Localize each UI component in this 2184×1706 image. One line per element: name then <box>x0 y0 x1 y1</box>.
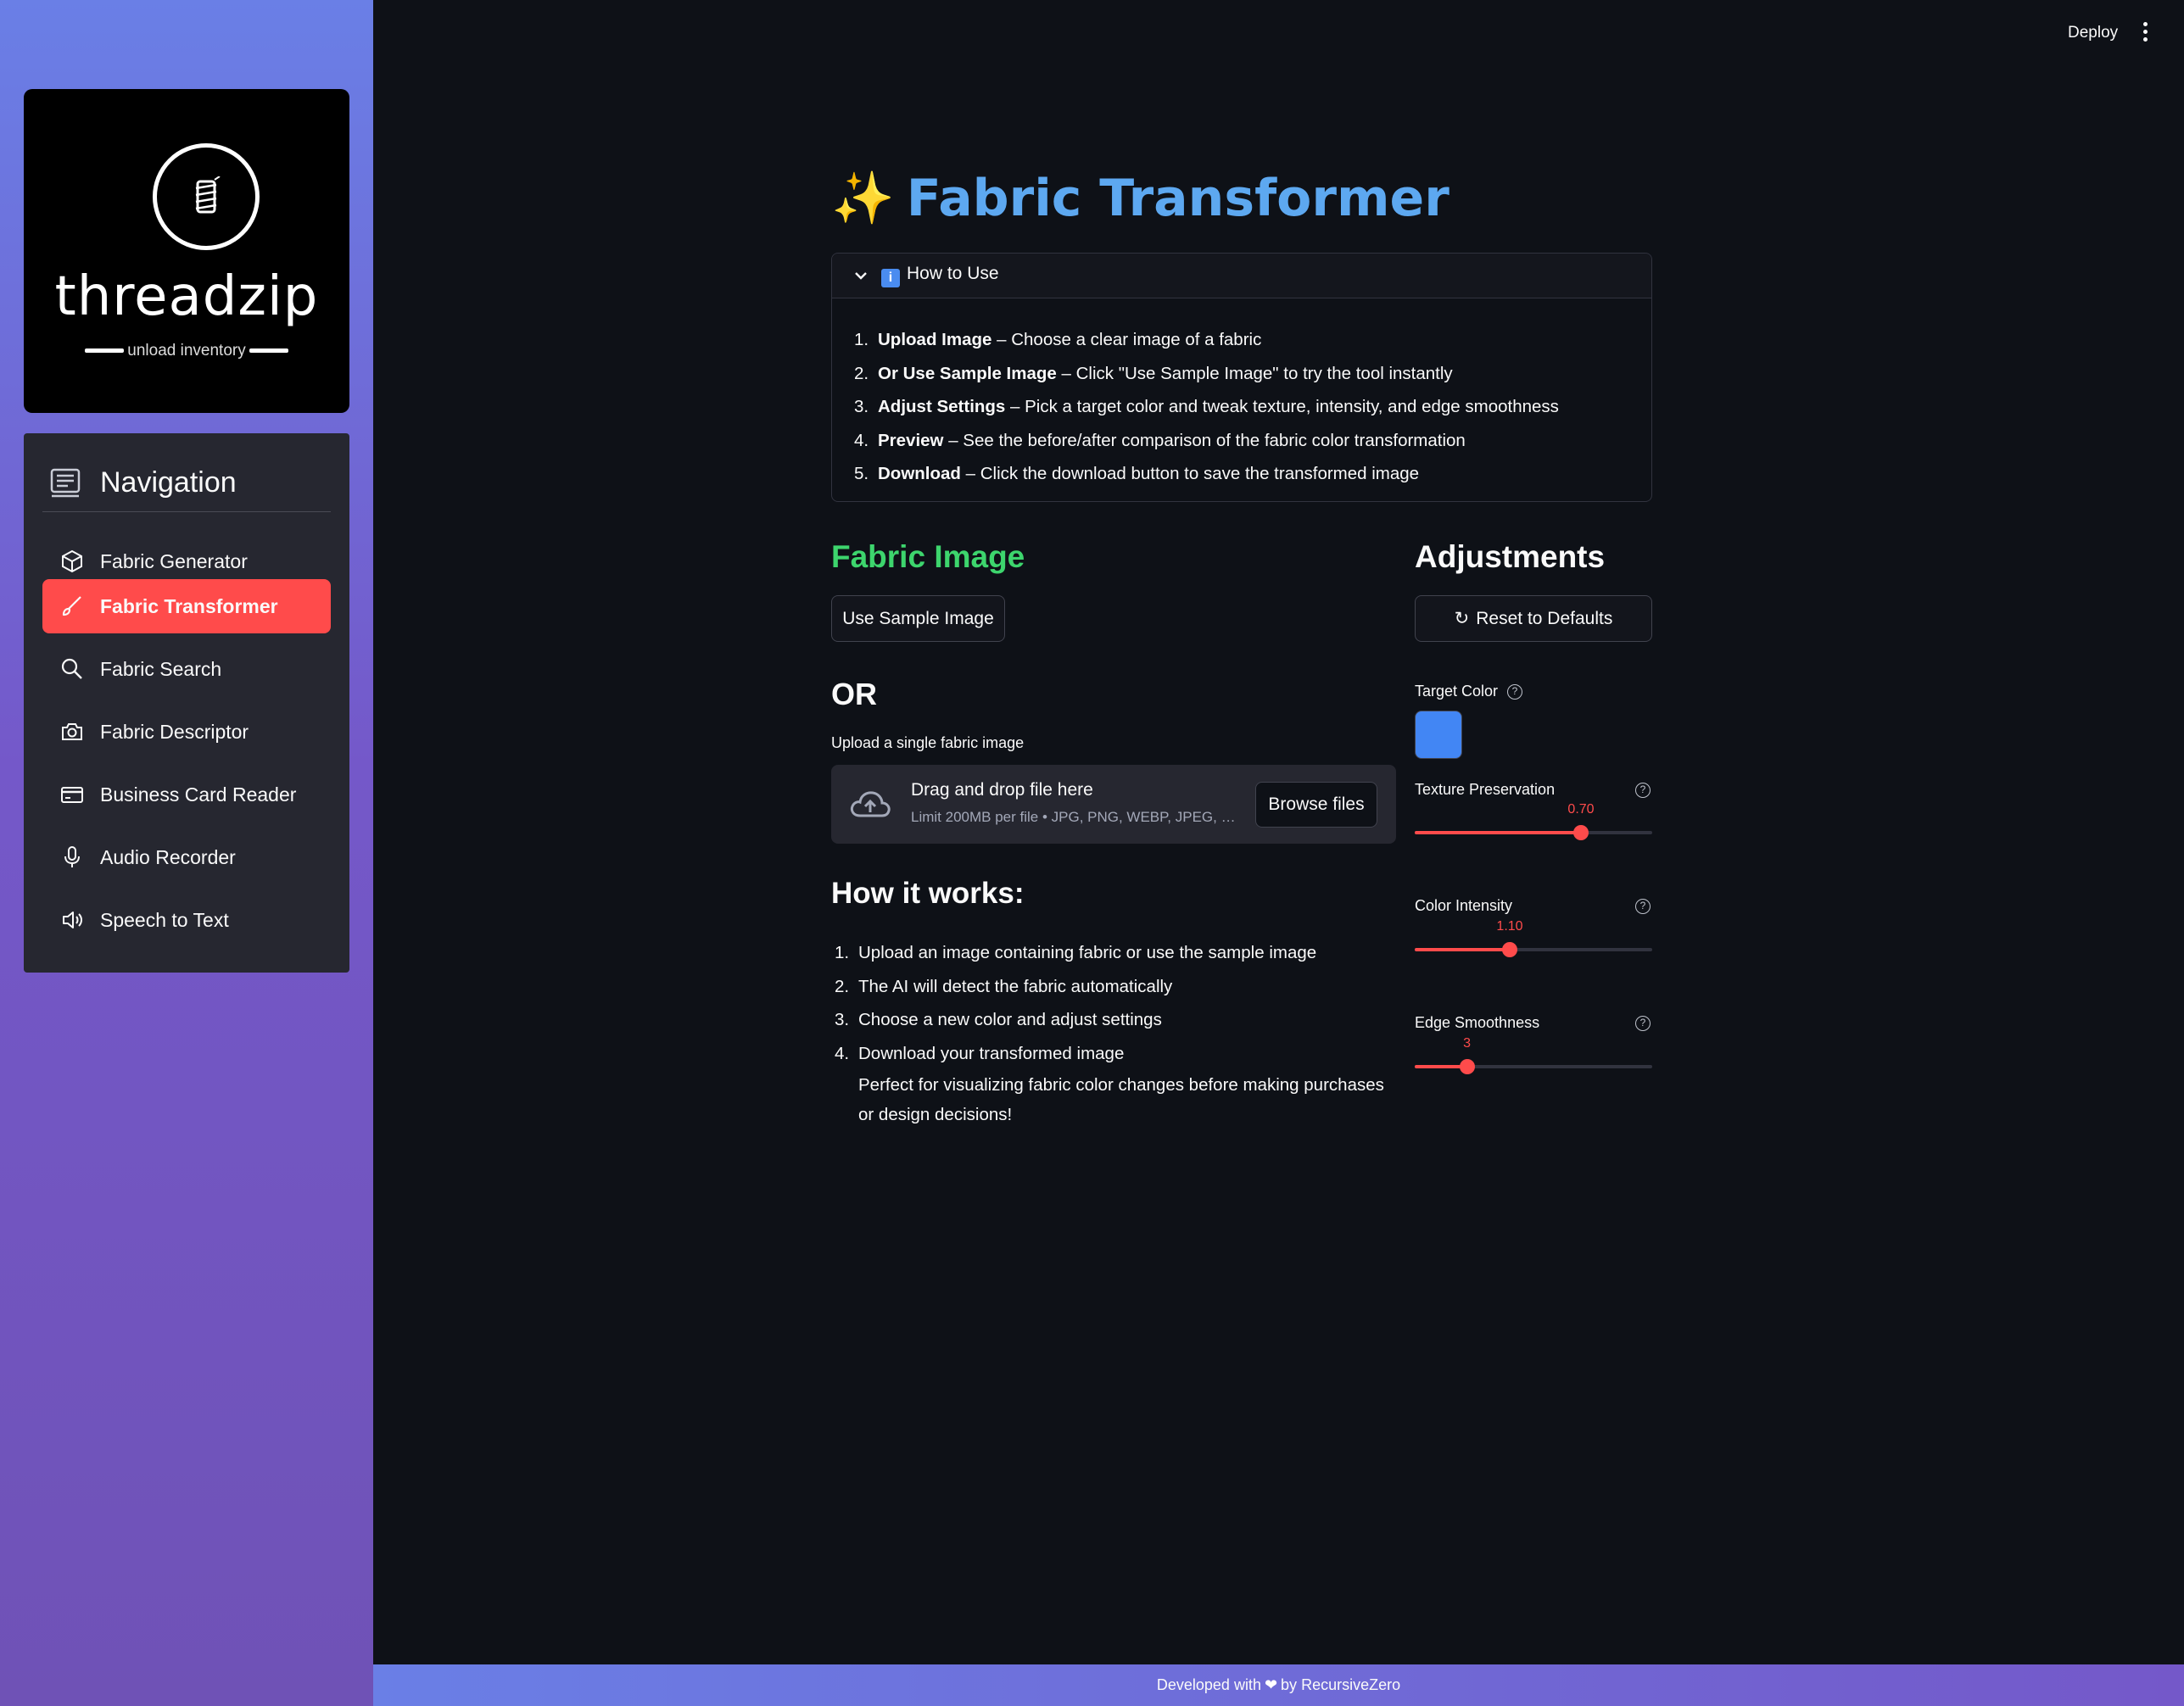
more-menu-icon[interactable] <box>2141 22 2149 44</box>
how-to-use-expander: i How to Use 1. Upload Image – Choose a cl… <box>831 253 1652 502</box>
list-item: 4. Preview – See the before/after compari… <box>854 430 1466 450</box>
color-intensity-slider[interactable]: 1.10 <box>1415 919 1652 958</box>
menu-list-icon <box>50 468 81 498</box>
upload-label: Upload a single fabric image <box>831 734 1025 751</box>
how-it-works-note: Perfect for visualizing fabric color cha… <box>858 1075 1384 1124</box>
how-to-use-label: i How to Use <box>881 264 999 287</box>
slider-value: 3 <box>1463 1036 1472 1051</box>
thread-spool-icon <box>153 143 260 250</box>
dropzone-limits: Limit 200MB per file • JPG, PNG, WEBP, J… <box>911 809 1236 825</box>
camera-icon <box>59 719 85 744</box>
edge-smoothness-label: Edge Smoothness <box>1415 1014 1540 1031</box>
search-icon <box>59 656 85 682</box>
help-icon[interactable]: ? <box>1507 684 1522 700</box>
nav-item-label: Fabric Descriptor <box>100 720 249 743</box>
help-icon[interactable]: ? <box>1635 899 1651 914</box>
nav-header: Navigation <box>42 454 331 512</box>
brand-name: threadzip <box>54 265 319 328</box>
nav-title: Navigation <box>100 466 237 499</box>
list-item: 2. The AI will detect the fabric automati… <box>835 976 1173 996</box>
brand-logo: threadzip unload inventory <box>24 89 349 413</box>
help-icon[interactable]: ? <box>1635 783 1651 798</box>
deploy-button[interactable]: Deploy <box>2068 24 2118 42</box>
color-intensity-label: Color Intensity <box>1415 897 1513 914</box>
list-item: 5. Download – Click the download button t… <box>854 464 1420 483</box>
nav-item-label: Fabric Generator <box>100 549 248 572</box>
list-item: 3. Choose a new color and adjust settings <box>835 1010 1162 1029</box>
list-item: 3. Adjust Settings – Pick a target color … <box>854 397 1559 416</box>
refresh-icon: ↻ <box>1454 609 1470 628</box>
nav-item-fabric-transformer[interactable]: Fabric Transformer <box>42 579 331 633</box>
nav-item-label: Business Card Reader <box>100 783 297 806</box>
use-sample-image-button[interactable]: Use Sample Image <box>831 595 1005 642</box>
sidebar: threadzip unload inventory Navigation Fa… <box>0 0 373 1706</box>
nav-item-fabric-descriptor[interactable]: Fabric Descriptor <box>42 705 331 759</box>
texture-preservation-slider[interactable]: 0.70 <box>1415 802 1652 841</box>
chevron-down-icon <box>855 272 867 280</box>
target-color-picker[interactable] <box>1415 711 1462 759</box>
slider-value: 1.10 <box>1496 919 1523 934</box>
heart-icon: ❤ <box>1264 1676 1278 1693</box>
nav-item-label: Audio Recorder <box>100 845 236 868</box>
slider-value: 0.70 <box>1567 802 1595 817</box>
slider-handle[interactable] <box>1573 825 1589 840</box>
info-icon: i <box>881 269 900 287</box>
adjustments-heading: Adjustments <box>1415 539 1606 574</box>
sparkles-icon: ✨ <box>831 169 895 228</box>
list-item: 1. Upload Image – Choose a clear image of… <box>854 330 1262 349</box>
list-item: 4. Download your transformed image <box>835 1043 1125 1063</box>
navigation-menu: Navigation Fabric Generator Fabric Trans… <box>24 433 349 973</box>
help-icon[interactable]: ? <box>1635 1016 1651 1031</box>
brush-icon <box>59 594 85 619</box>
card-icon <box>59 782 85 807</box>
reset-defaults-button[interactable]: ↻ Reset to Defaults <box>1415 595 1652 642</box>
nav-item-business-card-reader[interactable]: Business Card Reader <box>42 767 331 822</box>
dropzone-title: Drag and drop file here <box>911 780 1093 800</box>
or-label: OR <box>831 677 877 711</box>
author-link[interactable]: RecursiveZero <box>1301 1676 1400 1694</box>
nav-item-label: Fabric Search <box>100 657 222 680</box>
how-it-works-steps: 1. Upload an image containing fabric or u… <box>835 936 1394 1129</box>
page-title: ✨ Fabric Transformer <box>831 169 1449 228</box>
list-item: 2. Or Use Sample Image – Click "Use Sampl… <box>854 363 1453 383</box>
nav-item-audio-recorder[interactable]: Audio Recorder <box>42 830 331 884</box>
nav-item-label: Fabric Transformer <box>100 594 278 617</box>
speaker-icon <box>59 907 85 933</box>
mic-icon <box>59 845 85 870</box>
how-to-use-toggle[interactable]: i How to Use <box>832 254 1651 298</box>
brand-tagline: unload inventory <box>24 342 349 360</box>
footer: Developed with ❤ by RecursiveZero <box>373 1664 2184 1706</box>
how-to-use-steps: 1. Upload Image – Choose a clear image of… <box>854 323 1559 491</box>
nav-item-speech-to-text[interactable]: Speech to Text <box>42 893 331 947</box>
nav-item-fabric-search[interactable]: Fabric Search <box>42 642 331 696</box>
cube-icon <box>59 549 85 574</box>
texture-preservation-label: Texture Preservation <box>1415 781 1556 798</box>
browse-files-button[interactable]: Browse files <box>1255 782 1377 828</box>
slider-handle[interactable] <box>1502 942 1517 957</box>
fabric-image-heading: Fabric Image <box>831 539 1025 574</box>
nav-item-label: Speech to Text <box>100 908 229 931</box>
how-it-works-heading: How it works: <box>831 877 1025 910</box>
slider-handle[interactable] <box>1459 1059 1475 1074</box>
cloud-upload-icon <box>850 791 891 817</box>
target-color-label: Target Color <box>1415 683 1499 700</box>
edge-smoothness-slider[interactable]: 3 <box>1415 1036 1652 1075</box>
list-item: 1. Upload an image containing fabric or u… <box>835 943 1317 962</box>
